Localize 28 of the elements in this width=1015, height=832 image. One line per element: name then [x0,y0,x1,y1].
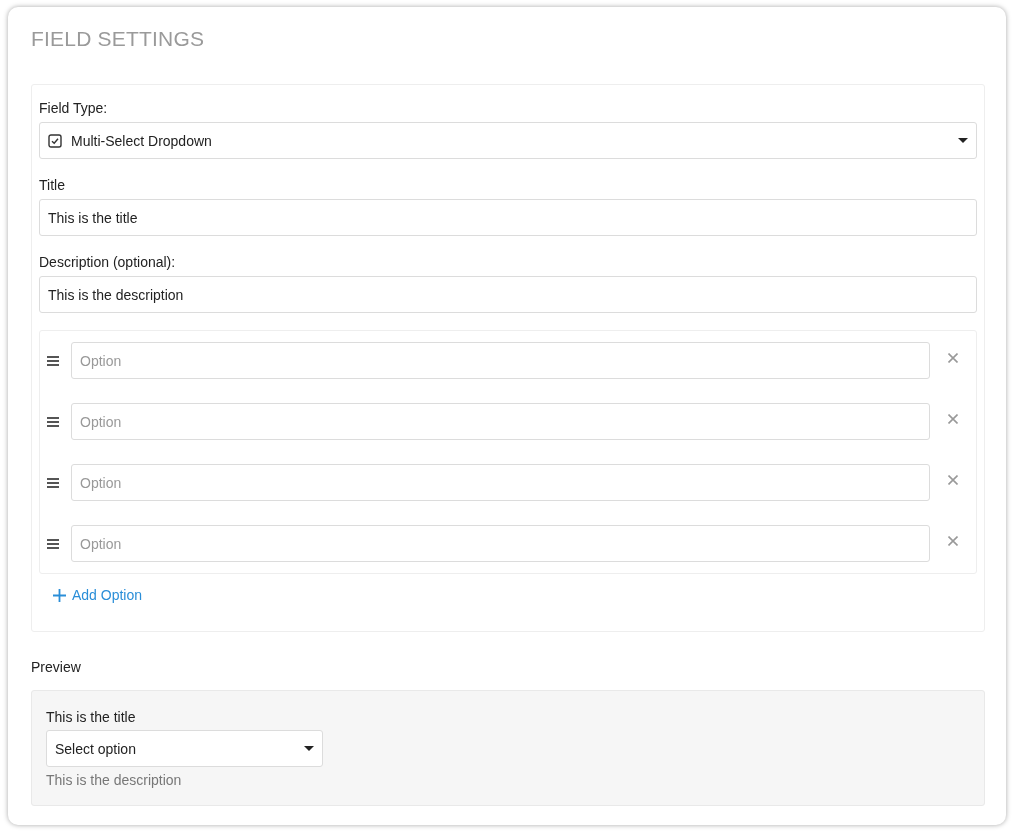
field-type-label: Field Type: [39,99,109,118]
checkbox-icon [48,133,62,148]
option-input[interactable]: Option [71,403,930,440]
option-input[interactable]: Option [71,342,930,379]
title-label: Title [39,176,66,195]
preview-select[interactable]: Select option [46,730,323,767]
plus-icon [53,588,66,602]
option-input[interactable]: Option [71,464,930,501]
close-icon[interactable] [948,535,958,546]
close-icon[interactable] [948,352,958,363]
panel-title: FIELD SETTINGS [31,27,206,51]
description-input[interactable]: This is the description [39,276,977,313]
caret-icon [958,138,968,143]
drag-handle-icon[interactable] [47,538,59,549]
preview-label: Preview [31,658,82,677]
title-input[interactable]: This is the title [39,199,977,236]
field-type-select[interactable]: Multi-Select Dropdown [39,122,977,159]
option-input[interactable]: Option [71,525,930,562]
preview-field-title: This is the title [46,708,137,727]
close-icon[interactable] [948,413,958,424]
description-label: Description (optional): [39,253,177,272]
add-option-button[interactable]: Add Option [53,585,143,605]
drag-handle-icon[interactable] [47,477,59,488]
caret-icon [304,746,314,751]
close-icon[interactable] [948,474,958,485]
preview-field-description: This is the description [46,771,183,790]
drag-handle-icon[interactable] [47,416,59,427]
drag-handle-icon[interactable] [47,355,59,366]
